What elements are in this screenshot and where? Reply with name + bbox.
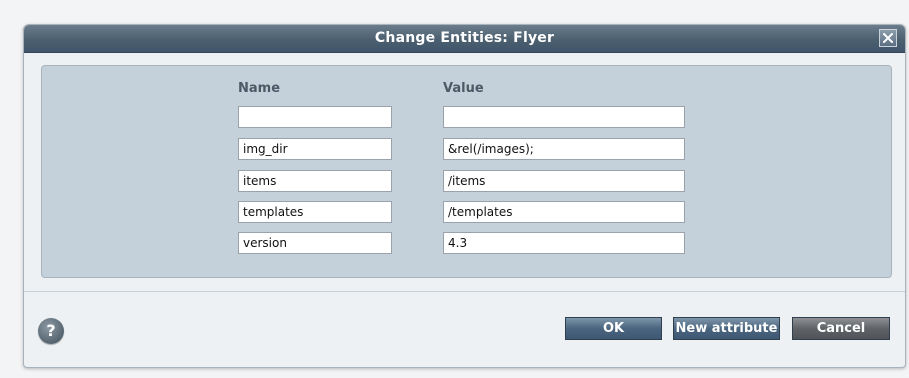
name-column-header: Name: [238, 81, 281, 96]
entity-name-field[interactable]: [238, 232, 392, 254]
entity-name-field[interactable]: [238, 106, 392, 128]
value-column-header: Value: [443, 81, 484, 96]
help-icon: ?: [46, 321, 56, 340]
entity-name-field[interactable]: [238, 138, 392, 160]
cancel-button[interactable]: Cancel: [792, 317, 890, 340]
entity-name-field[interactable]: [238, 201, 392, 223]
ok-button[interactable]: OK: [565, 317, 662, 340]
new-attribute-button[interactable]: New attribute: [673, 317, 780, 340]
entity-value-field[interactable]: [443, 201, 685, 223]
change-entities-dialog: Change Entities: Flyer Name Value ? OK N…: [23, 24, 906, 368]
entities-panel: Name Value: [41, 65, 892, 278]
close-icon: [883, 33, 893, 43]
footer-divider: [24, 291, 905, 292]
entity-value-field[interactable]: [443, 106, 685, 128]
help-button[interactable]: ?: [38, 318, 64, 344]
entity-value-field[interactable]: [443, 170, 685, 192]
entity-name-field[interactable]: [238, 170, 392, 192]
close-button[interactable]: [879, 29, 897, 47]
dialog-title: Change Entities: Flyer: [374, 30, 555, 46]
dialog-titlebar[interactable]: Change Entities: Flyer: [24, 25, 905, 53]
entity-value-field[interactable]: [443, 232, 685, 254]
entity-value-field[interactable]: [443, 138, 685, 160]
